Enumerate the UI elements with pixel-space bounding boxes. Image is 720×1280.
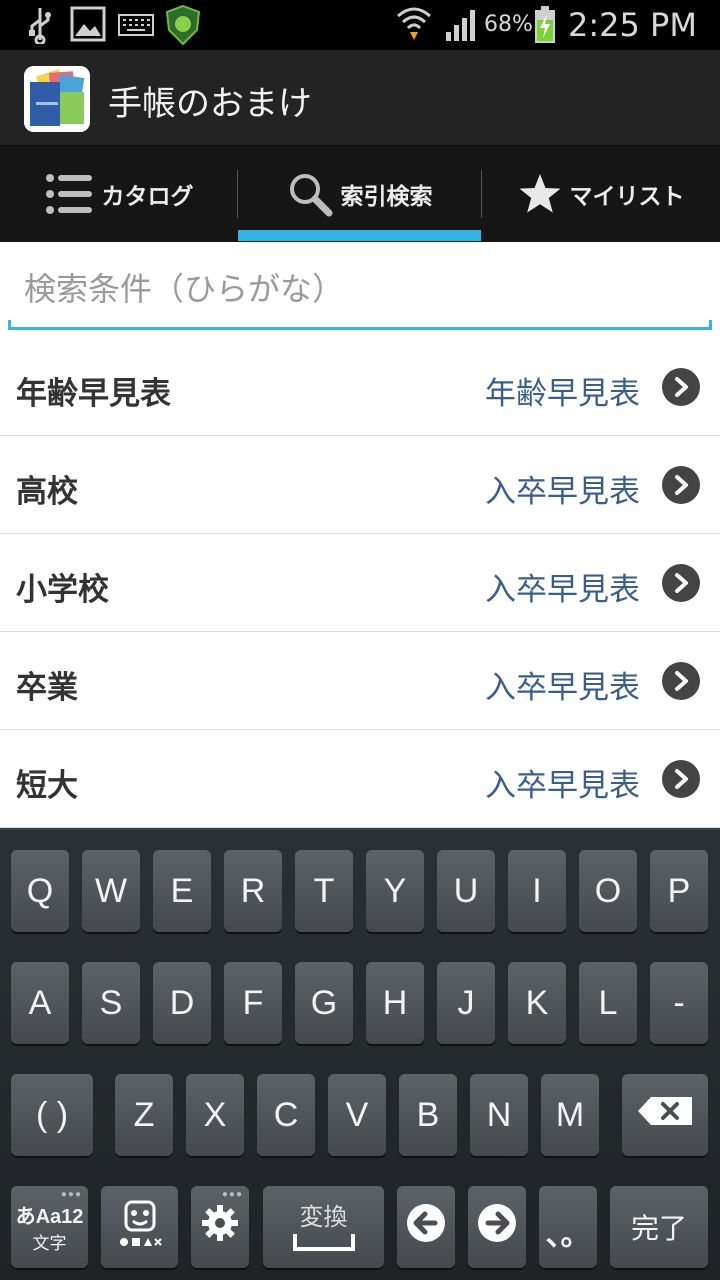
search-input-edge <box>8 320 11 330</box>
tab-bar: カタログ 索引検索 マイリスト <box>0 146 720 242</box>
key-v[interactable]: V <box>328 1074 386 1156</box>
key-t[interactable]: T <box>295 850 353 932</box>
app-logo-icon[interactable] <box>24 66 90 132</box>
key-a[interactable]: A <box>11 962 69 1044</box>
list-icon <box>44 172 94 216</box>
done-key[interactable]: 完了 <box>610 1186 708 1268</box>
chevron-right-icon[interactable] <box>662 466 700 504</box>
list-item-label: 卒業 <box>16 670 78 706</box>
tab-selected-indicator <box>238 230 481 241</box>
gallery-icon <box>70 6 106 46</box>
tab-index-search-label: 索引検索 <box>340 184 433 210</box>
list-item[interactable]: 卒業 入卒早見表 <box>0 632 720 730</box>
shield-icon <box>164 4 202 50</box>
content-area: 年齢早見表 年齢早見表 高校 入卒早見表 小学校 入卒早見表 卒業 入卒早見表 … <box>0 242 720 828</box>
key-z[interactable]: Z <box>115 1074 173 1156</box>
list-item[interactable]: 短大 入卒早見表 <box>0 730 720 828</box>
list-item-category: 入卒早見表 <box>485 474 640 510</box>
usb-icon <box>26 6 54 48</box>
action-bar: 手帳のおまけ <box>0 50 720 146</box>
search-input[interactable] <box>8 250 712 330</box>
space-convert-key[interactable]: 変換 <box>263 1186 384 1268</box>
key-m[interactable]: M <box>541 1074 599 1156</box>
key-i[interactable]: I <box>508 850 566 932</box>
key-h[interactable]: H <box>366 962 424 1044</box>
cursor-left-key[interactable] <box>397 1186 455 1268</box>
more-dots-icon: ●●● <box>60 1189 82 1200</box>
key-p[interactable]: P <box>650 850 708 932</box>
wifi-icon <box>396 4 432 48</box>
key-q[interactable]: Q <box>11 850 69 932</box>
tab-catalog-label: カタログ <box>101 184 194 210</box>
key-o[interactable]: O <box>579 850 637 932</box>
key-parentheses[interactable]: ( ) <box>11 1074 93 1156</box>
search-input-edge <box>709 320 712 330</box>
key-n[interactable]: N <box>470 1074 528 1156</box>
list-item[interactable]: 年齢早見表 年齢早見表 <box>0 338 720 436</box>
soft-keyboard: Q W E R T Y U I O P A S D F G H J K L - … <box>0 828 720 1280</box>
chevron-right-icon[interactable] <box>662 564 700 602</box>
status-bar: 68% 2:25 PM <box>0 0 720 50</box>
clock: 2:25 PM <box>568 6 697 44</box>
battery-percent: 68% <box>484 12 533 37</box>
key-r[interactable]: R <box>224 850 282 932</box>
emoticon-icon <box>118 1200 162 1255</box>
backspace-key[interactable] <box>622 1074 708 1156</box>
list-item-label: 小学校 <box>16 572 109 608</box>
list-item-category: 年齢早見表 <box>485 376 640 412</box>
key-u[interactable]: U <box>437 850 495 932</box>
key-j[interactable]: J <box>437 962 495 1044</box>
chevron-right-icon[interactable] <box>662 368 700 406</box>
list-item-label: 高校 <box>16 474 78 510</box>
app-title: 手帳のおまけ <box>108 84 312 124</box>
tab-my-list-label: マイリスト <box>569 184 685 210</box>
arrow-left-icon <box>405 1202 447 1253</box>
backspace-icon <box>637 1096 693 1135</box>
list-item[interactable]: 小学校 入卒早見表 <box>0 534 720 632</box>
key-hyphen[interactable]: - <box>650 962 708 1044</box>
list-item[interactable]: 高校 入卒早見表 <box>0 436 720 534</box>
list-item-category: 入卒早見表 <box>485 768 640 804</box>
key-l[interactable]: L <box>579 962 637 1044</box>
tab-index-search[interactable]: 索引検索 <box>238 146 481 242</box>
list-item-label: 年齢早見表 <box>16 376 171 412</box>
cursor-right-key[interactable] <box>468 1186 526 1268</box>
signal-icon <box>444 8 480 46</box>
punctuation-key[interactable]: 、。 <box>539 1186 597 1268</box>
key-w[interactable]: W <box>82 850 140 932</box>
tab-catalog[interactable]: カタログ <box>0 146 237 242</box>
punctuation-label: 、。 <box>545 1219 591 1252</box>
key-c[interactable]: C <box>257 1074 315 1156</box>
gear-icon <box>201 1204 239 1251</box>
list-item-category: 入卒早見表 <box>485 670 640 706</box>
star-icon <box>518 173 562 215</box>
key-x[interactable]: X <box>186 1074 244 1156</box>
keyboard-icon <box>118 14 154 40</box>
emoticon-key[interactable] <box>101 1186 178 1268</box>
more-dots-icon: ●●● <box>221 1189 243 1200</box>
key-e[interactable]: E <box>153 850 211 932</box>
key-y[interactable]: Y <box>366 850 424 932</box>
space-convert-label: 変換 <box>299 1204 348 1231</box>
search-icon <box>287 171 333 217</box>
list-item-category: 入卒早見表 <box>485 572 640 608</box>
settings-key[interactable]: ●●● <box>191 1186 249 1268</box>
key-s[interactable]: S <box>82 962 140 1044</box>
input-mode-label: あAa12 <box>15 1206 84 1228</box>
key-b[interactable]: B <box>399 1074 457 1156</box>
list-item-label: 短大 <box>16 768 78 804</box>
battery-charging-icon <box>534 6 556 48</box>
key-k[interactable]: K <box>508 962 566 1044</box>
key-f[interactable]: F <box>224 962 282 1044</box>
chevron-right-icon[interactable] <box>662 662 700 700</box>
key-g[interactable]: G <box>295 962 353 1044</box>
arrow-right-icon <box>476 1202 518 1253</box>
key-d[interactable]: D <box>153 962 211 1044</box>
tab-my-list[interactable]: マイリスト <box>482 146 720 242</box>
input-mode-sublabel: 文字 <box>32 1234 67 1253</box>
space-icon <box>292 1232 356 1257</box>
input-mode-key[interactable]: ●●● あAa12 文字 <box>11 1186 88 1268</box>
chevron-right-icon[interactable] <box>662 760 700 798</box>
result-list: 年齢早見表 年齢早見表 高校 入卒早見表 小学校 入卒早見表 卒業 入卒早見表 … <box>0 338 720 828</box>
